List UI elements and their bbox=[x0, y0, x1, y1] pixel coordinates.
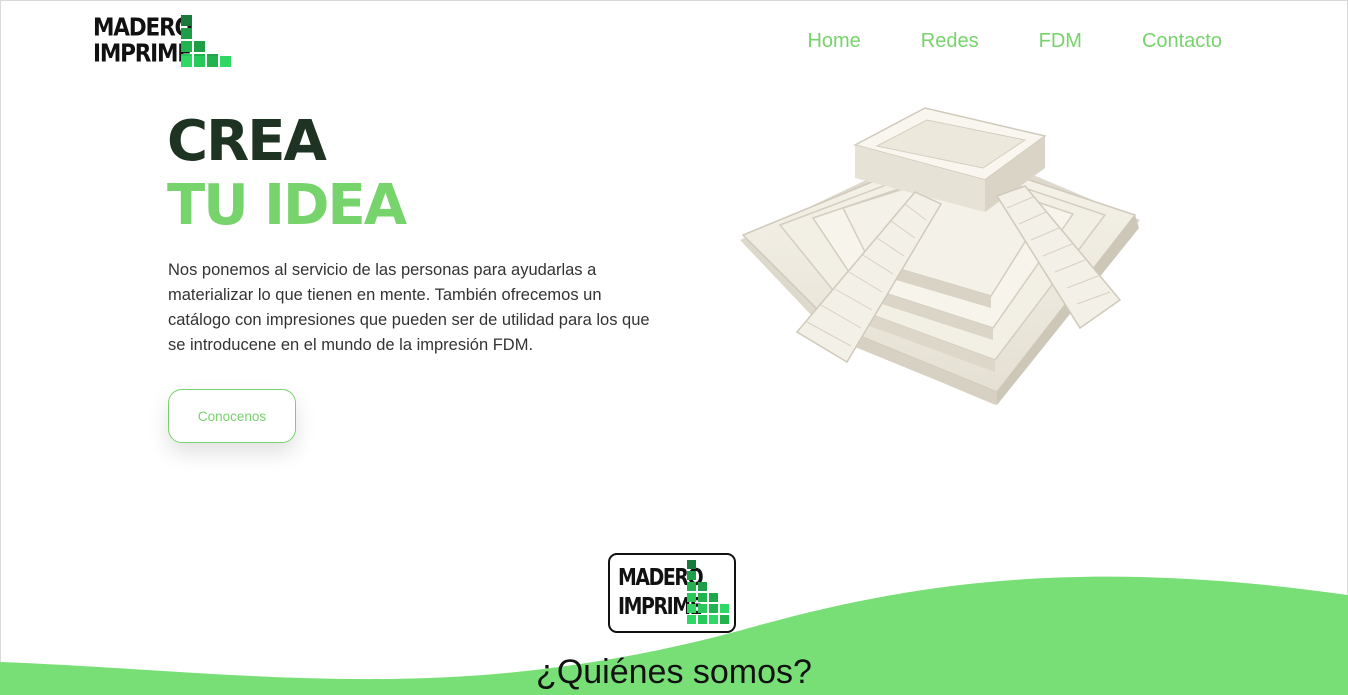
nav-home[interactable]: Home bbox=[807, 28, 860, 54]
logo-word-2: IMPRIME bbox=[93, 38, 192, 68]
about-title: ¿Quiénes somos? bbox=[536, 653, 812, 691]
nav-fdm[interactable]: FDM bbox=[1039, 28, 1082, 54]
about-logo: MADERO IMPRIME bbox=[608, 553, 736, 633]
main-nav: Home Redes FDM Contacto bbox=[807, 28, 1222, 54]
hero-description: Nos ponemos al servicio de las personas … bbox=[168, 261, 650, 354]
pyramid-image bbox=[740, 107, 1140, 405]
hero-title-line1: CREA bbox=[167, 109, 327, 174]
about-logo-word-2: IMPRIME bbox=[618, 592, 703, 620]
hero-title-line2: TU IDEA bbox=[167, 173, 407, 238]
nav-contacto[interactable]: Contacto bbox=[1142, 28, 1222, 54]
about-logo-text: MADERO IMPRIME bbox=[618, 563, 704, 621]
header-logo[interactable]: MADERO IMPRIME bbox=[93, 12, 238, 70]
logo-text: MADERO IMPRIME bbox=[93, 12, 193, 68]
hero-title: CREA TU IDEA bbox=[167, 109, 407, 238]
conocenos-button[interactable]: Conocenos bbox=[168, 389, 296, 443]
nav-redes[interactable]: Redes bbox=[921, 28, 979, 54]
logo-word-1: MADERO bbox=[93, 12, 193, 42]
about-logo-word-1: MADERO bbox=[618, 563, 704, 591]
